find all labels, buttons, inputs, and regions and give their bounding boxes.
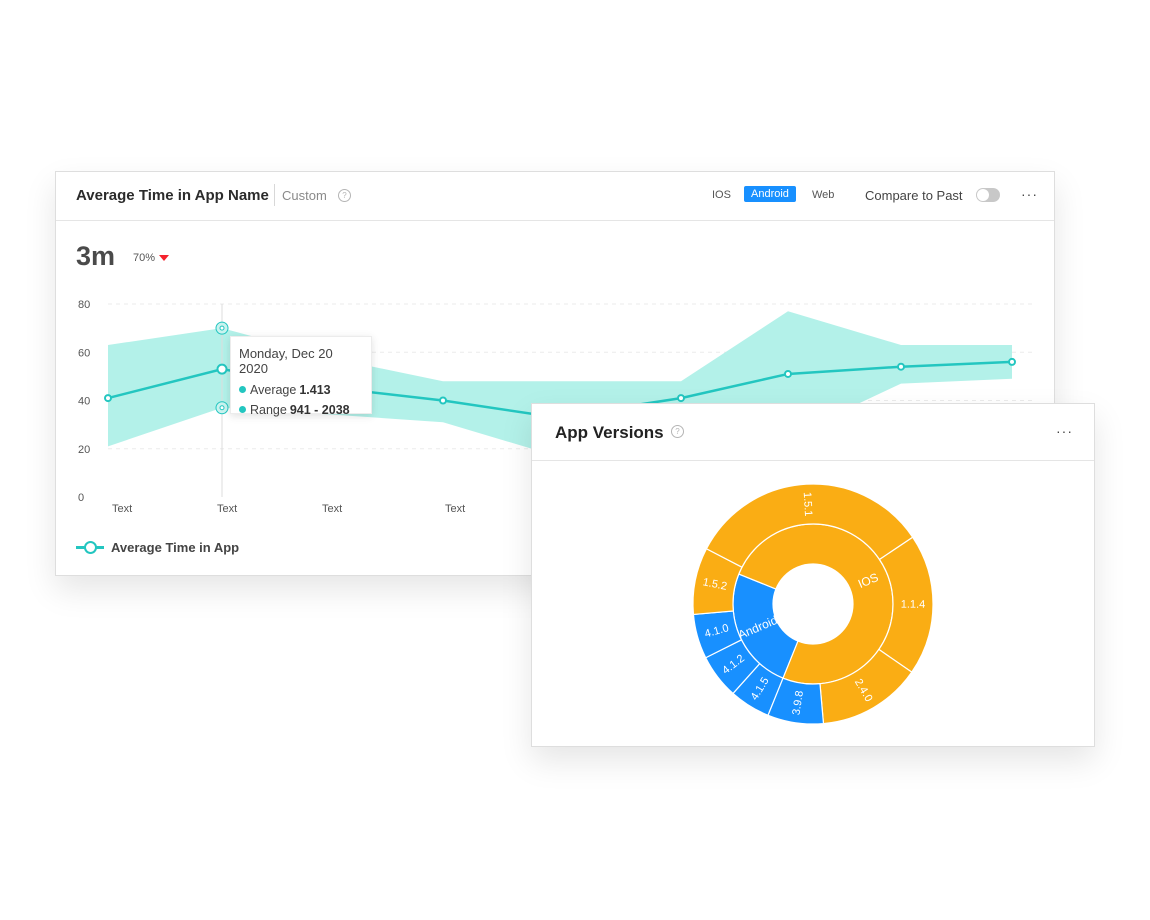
data-point <box>216 363 228 375</box>
x-tick-label: Text <box>445 503 465 515</box>
legend-marker-icon <box>84 541 97 554</box>
y-tick-label: 40 <box>78 396 90 408</box>
series-dot-icon <box>239 386 246 393</box>
tooltip-average-label: Average <box>250 383 297 397</box>
chart-tooltip: Monday, Dec 20 2020 Average 1.413 Range 94… <box>230 336 372 417</box>
band-handle-center <box>219 325 225 331</box>
x-tick-label: Text <box>217 503 237 515</box>
x-tick-label: Text <box>322 503 342 515</box>
y-tick-label: 80 <box>78 299 90 311</box>
y-tick-label: 60 <box>78 347 90 359</box>
data-point <box>897 362 905 371</box>
tooltip-average-row: Average 1.413 <box>239 383 363 397</box>
tooltip-range-value: 941 - 2038 <box>289 403 350 417</box>
data-point <box>104 394 112 403</box>
y-tick-label: 20 <box>78 444 90 456</box>
legend-label: Average Time in App <box>111 540 240 555</box>
tooltip-range-label: Range <box>250 403 287 417</box>
data-point <box>439 396 447 405</box>
series-dot-icon <box>239 406 246 413</box>
y-tick-label: 0 <box>78 492 84 504</box>
band-handle-center <box>219 405 225 411</box>
app-versions-sunburst: AndroidIOS4.1.54.1.24.1.01.5.21.5.11.1.4… <box>692 483 934 725</box>
tooltip-date: Monday, Dec 20 2020 <box>239 346 333 376</box>
tooltip-average-value: 1.413 <box>299 383 331 397</box>
version-label: 1.5.1 <box>801 492 814 517</box>
x-tick-label: Text <box>112 503 132 515</box>
app-versions-card: App Versions ? ··· Android IOS 4.1.5 4.1.2 4… <box>531 403 1095 747</box>
data-point <box>784 369 792 378</box>
tooltip-range-row: Range 941 - 2038 <box>239 403 363 417</box>
data-point <box>1008 357 1016 366</box>
data-point <box>677 394 685 403</box>
version-label: 1.1.4 <box>901 599 926 611</box>
